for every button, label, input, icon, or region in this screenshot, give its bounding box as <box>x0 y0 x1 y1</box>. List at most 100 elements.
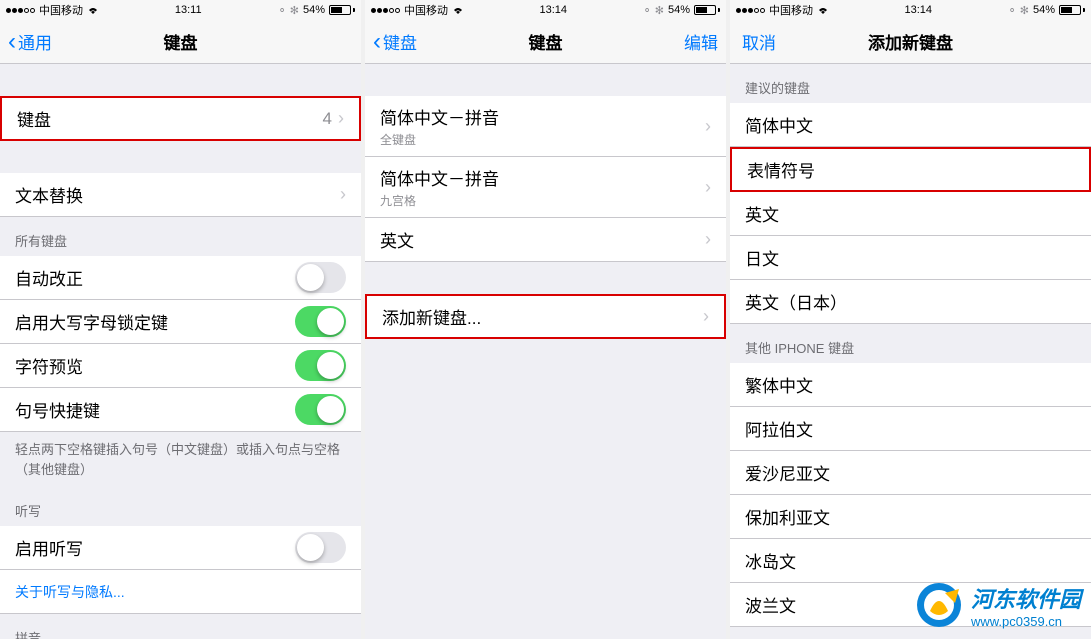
section-header-suggested: 建议的键盘 <box>730 64 1091 103</box>
wifi-icon <box>87 5 99 15</box>
row-kbd-zh-trad[interactable]: 繁体中文 <box>730 363 1091 407</box>
row-kbd-en-ja[interactable]: 英文（日本） <box>730 280 1091 324</box>
battery-icon <box>1059 5 1085 15</box>
bluetooth-icon: ⚬ ✻ <box>642 4 664 17</box>
row-label: 阿拉伯文 <box>745 416 1076 441</box>
screen-add-keyboard: 中国移动 13:14 ⚬ ✻ 54% 取消 添加新键盘 建议的键盘 简体中文 表… <box>730 0 1091 639</box>
switch-enable-dictation[interactable] <box>295 532 346 563</box>
row-label: 启用听写 <box>15 535 295 560</box>
row-label: 启用大写字母锁定键 <box>15 309 295 334</box>
row-kbd-ar[interactable]: 阿拉伯文 <box>730 407 1091 451</box>
switch-char-preview[interactable] <box>295 350 346 381</box>
carrier-label: 中国移动 <box>769 2 813 18</box>
row-text-replacement[interactable]: 文本替换 › <box>0 173 361 217</box>
switch-caps-lock[interactable] <box>295 306 346 337</box>
status-bar: 中国移动 13:11 ⚬ ✻ 54% <box>0 0 361 20</box>
row-keyboards[interactable]: 键盘 4 › <box>0 96 361 141</box>
row-sublabel: 全键盘 <box>380 131 705 148</box>
keyboard-list: 简体中文－拼音 全键盘 › 简体中文－拼音 九宫格 › 英文 › 添加新键盘..… <box>365 64 726 639</box>
battery-icon <box>694 5 720 15</box>
status-time: 13:11 <box>175 4 202 16</box>
row-label: 日文 <box>745 245 1076 270</box>
row-label: 字符预览 <box>15 353 295 378</box>
row-label: 关于听写与隐私... <box>15 582 346 602</box>
status-bar: 中国移动 13:14 ⚬ ✻ 54% <box>365 0 726 20</box>
row-caps-lock: 启用大写字母锁定键 <box>0 300 361 344</box>
nav-title: 添加新键盘 <box>868 29 953 54</box>
section-header-pinyin: 拼音 <box>0 614 361 639</box>
row-keyboard-zh-pinyin-full[interactable]: 简体中文－拼音 全键盘 › <box>365 96 726 157</box>
row-kbd-ja[interactable]: 日文 <box>730 236 1091 280</box>
row-keyboard-zh-pinyin-nine[interactable]: 简体中文－拼音 九宫格 › <box>365 157 726 218</box>
row-label: 英文 <box>380 227 705 252</box>
row-kbd-en[interactable]: 英文 <box>730 192 1091 236</box>
wifi-icon <box>452 5 464 15</box>
row-label: 保加利亚文 <box>745 504 1076 529</box>
row-kbd-et[interactable]: 爱沙尼亚文 <box>730 451 1091 495</box>
bluetooth-icon: ⚬ ✻ <box>1007 4 1029 17</box>
signal-icon <box>371 8 400 13</box>
signal-icon <box>6 8 35 13</box>
back-button[interactable]: ‹通用 <box>8 29 52 54</box>
row-sublabel: 九宫格 <box>380 192 705 209</box>
battery-pct: 54% <box>1033 4 1055 16</box>
footer-period-shortcut: 轻点两下空格键插入句号（中文键盘）或插入句点与空格（其他键盘） <box>0 432 361 487</box>
row-kbd-emoji[interactable]: 表情符号 <box>730 147 1091 192</box>
signal-icon <box>736 8 765 13</box>
switch-period-shortcut[interactable] <box>295 394 346 425</box>
battery-pct: 54% <box>668 4 690 16</box>
row-label: 冰岛文 <box>745 548 1076 573</box>
chevron-right-icon: › <box>703 306 709 327</box>
row-label: 键盘 <box>17 106 323 131</box>
row-label: 简体中文 <box>745 112 1076 137</box>
section-header-dictation: 听写 <box>0 487 361 526</box>
status-bar: 中国移动 13:14 ⚬ ✻ 54% <box>730 0 1091 20</box>
row-label: 英文（日本） <box>745 289 1076 314</box>
row-kbd-zh-simp[interactable]: 简体中文 <box>730 103 1091 147</box>
nav-bar: ‹键盘 键盘 编辑 <box>365 20 726 64</box>
status-time: 13:14 <box>904 4 932 16</box>
row-label: 简体中文－拼音 <box>380 104 705 129</box>
row-label: 自动改正 <box>15 265 295 290</box>
row-kbd-bg[interactable]: 保加利亚文 <box>730 495 1091 539</box>
screen-keyboard-settings: 中国移动 13:11 ⚬ ✻ 54% ‹通用 键盘 键盘 4 › 文本替换 › … <box>0 0 361 639</box>
chevron-right-icon: › <box>705 229 711 250</box>
row-label: 简体中文－拼音 <box>380 165 705 190</box>
cancel-button[interactable]: 取消 <box>742 29 776 54</box>
nav-title: 键盘 <box>164 29 198 54</box>
row-kbd-pl[interactable]: 波兰文 <box>730 583 1091 627</box>
wifi-icon <box>817 5 829 15</box>
row-label: 添加新键盘... <box>382 304 703 329</box>
row-label: 繁体中文 <box>745 372 1076 397</box>
chevron-right-icon: › <box>338 108 344 129</box>
section-header-all-keyboards: 所有键盘 <box>0 217 361 256</box>
row-about-dictation[interactable]: 关于听写与隐私... <box>0 570 361 614</box>
chevron-back-icon: ‹ <box>8 30 16 54</box>
battery-icon <box>329 5 355 15</box>
edit-button[interactable]: 编辑 <box>684 29 718 54</box>
row-label: 句号快捷键 <box>15 397 295 422</box>
row-label: 表情符号 <box>747 157 1074 182</box>
nav-bar: 取消 添加新键盘 <box>730 20 1091 64</box>
switch-autocorrect[interactable] <box>295 262 346 293</box>
add-keyboard-list: 建议的键盘 简体中文 表情符号 英文 日文 英文（日本） 其他 IPHONE 键… <box>730 64 1091 639</box>
row-kbd-is[interactable]: 冰岛文 <box>730 539 1091 583</box>
carrier-label: 中国移动 <box>39 2 83 18</box>
row-label: 爱沙尼亚文 <box>745 460 1076 485</box>
row-label: 波兰文 <box>745 592 1076 617</box>
row-keyboard-en[interactable]: 英文 › <box>365 218 726 262</box>
row-detail: 4 <box>323 109 332 129</box>
row-label: 英文 <box>745 201 1076 226</box>
settings-list: 键盘 4 › 文本替换 › 所有键盘 自动改正 启用大写字母锁定键 字符预览 句… <box>0 64 361 639</box>
screen-keyboard-list: 中国移动 13:14 ⚬ ✻ 54% ‹键盘 键盘 编辑 简体中文－拼音 全键盘… <box>365 0 726 639</box>
section-header-other: 其他 IPHONE 键盘 <box>730 324 1091 363</box>
chevron-right-icon: › <box>340 184 346 205</box>
nav-bar: ‹通用 键盘 <box>0 20 361 64</box>
back-button[interactable]: ‹键盘 <box>373 29 417 54</box>
row-period-shortcut: 句号快捷键 <box>0 388 361 432</box>
chevron-right-icon: › <box>705 177 711 198</box>
nav-title: 键盘 <box>529 29 563 54</box>
battery-pct: 54% <box>303 4 325 16</box>
row-add-new-keyboard[interactable]: 添加新键盘... › <box>365 294 726 339</box>
row-enable-dictation: 启用听写 <box>0 526 361 570</box>
